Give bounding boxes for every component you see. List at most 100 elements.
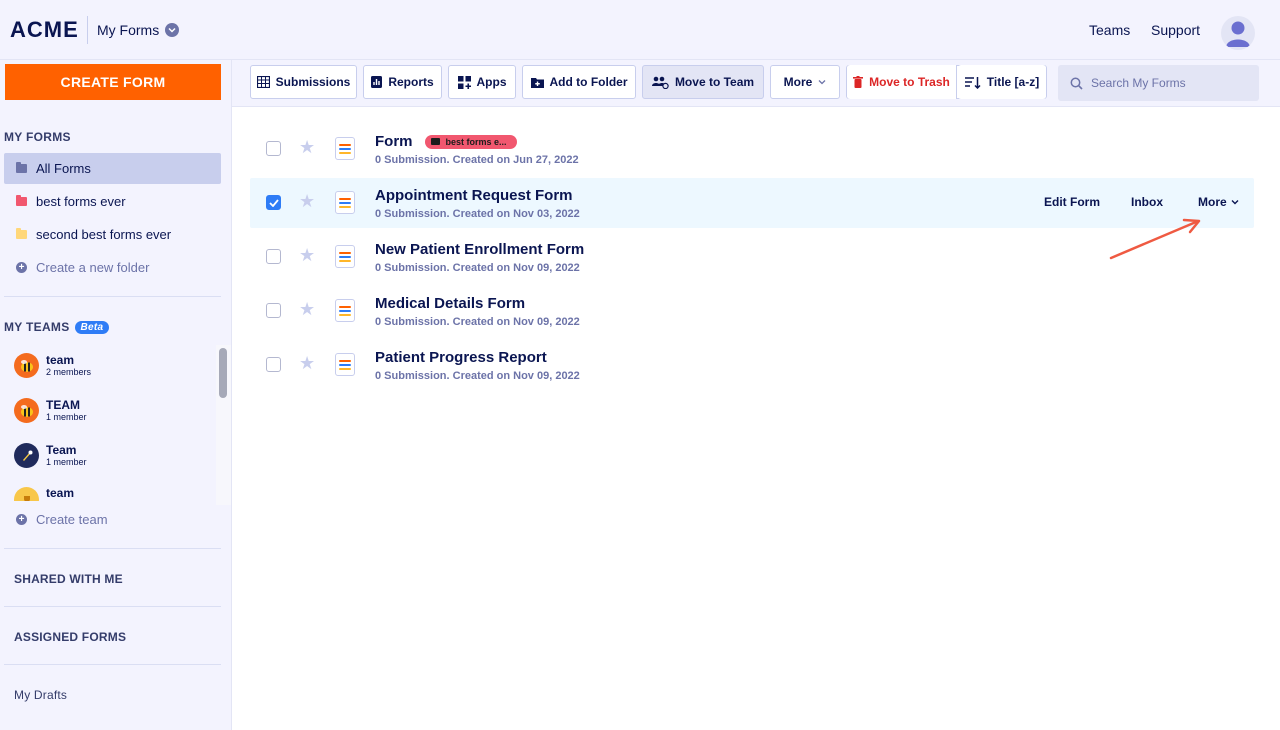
more-label: More (783, 75, 813, 89)
form-row[interactable]: ★ Form best forms e... 0 Submission. Cre… (250, 124, 1254, 174)
submissions-button[interactable]: Submissions (250, 65, 357, 99)
edit-form-button[interactable]: Edit Form (1044, 195, 1100, 209)
form-title-text: Medical Details Form (375, 295, 526, 312)
row-checkbox[interactable] (266, 141, 281, 156)
form-title[interactable]: New Patient Enrollment Form (375, 241, 584, 258)
team-item[interactable]: TEAM 1 member (14, 398, 87, 423)
form-meta: 0 Submission. Created on Nov 09, 2022 (375, 316, 580, 328)
move-to-trash-label: Move to Trash (869, 75, 950, 89)
beta-badge: Beta (74, 320, 110, 334)
sidebar-item-label: All Forms (36, 161, 91, 176)
add-to-folder-button[interactable]: Add to Folder (522, 65, 636, 99)
my-drafts-link[interactable]: My Drafts (14, 688, 67, 702)
team-members: 1 member (46, 457, 87, 467)
star-icon[interactable]: ★ (299, 137, 315, 158)
form-title[interactable]: Patient Progress Report (375, 349, 547, 366)
move-to-team-label: Move to Team (674, 75, 755, 89)
assigned-forms-link[interactable]: ASSIGNED FORMS (14, 630, 126, 644)
inbox-button[interactable]: Inbox (1131, 195, 1163, 209)
search-input[interactable] (1091, 76, 1251, 90)
form-meta: 0 Submission. Created on Nov 09, 2022 (375, 370, 580, 382)
form-title[interactable]: Medical Details Form (375, 295, 525, 312)
folder-plus-icon (530, 77, 544, 88)
toolbar: Submissions Reports Apps Add to Folder M… (232, 60, 1280, 107)
shared-with-me-link[interactable]: SHARED WITH ME (14, 572, 123, 586)
row-checkbox[interactable] (266, 249, 281, 264)
trophy-icon (14, 487, 39, 501)
star-icon[interactable]: ★ (299, 245, 315, 266)
team-name: team (46, 487, 75, 500)
form-title-text: New Patient Enrollment Form (375, 241, 585, 258)
sidebar-item-label: second best forms ever (36, 227, 172, 242)
trash-icon (853, 76, 864, 88)
sidebar-divider (4, 664, 221, 665)
check-icon (268, 198, 279, 207)
folder-icon (16, 195, 27, 206)
form-meta: 0 Submission. Created on Jun 27, 2022 (375, 154, 579, 166)
form-row[interactable]: ★ Patient Progress Report 0 Submission. … (250, 340, 1254, 390)
my-forms-switcher[interactable]: My Forms (97, 22, 180, 38)
sidebar-item-second-best-forms-ever[interactable]: second best forms ever (4, 219, 221, 250)
row-checkbox-checked[interactable] (266, 195, 281, 210)
star-icon[interactable]: ★ (299, 353, 315, 374)
move-to-team-button[interactable]: Move to Team (642, 65, 764, 99)
sort-dropdown[interactable]: Title [a-z] (958, 65, 1046, 99)
sidebar-divider (4, 296, 221, 297)
create-folder-link[interactable]: + Create a new folder (4, 252, 221, 283)
nav-teams[interactable]: Teams (1089, 22, 1130, 38)
team-item[interactable]: team (14, 487, 74, 501)
form-meta: 0 Submission. Created on Nov 09, 2022 (375, 262, 580, 274)
add-to-folder-label: Add to Folder (549, 75, 628, 89)
chevron-down-icon (1231, 200, 1239, 205)
form-row[interactable]: ★ New Patient Enrollment Form 0 Submissi… (250, 232, 1254, 282)
form-row-selected[interactable]: ★ Appointment Request Form 0 Submission.… (250, 178, 1254, 228)
sidebar: CREATE FORM MY FORMS All Forms best form… (0, 60, 232, 730)
more-actions-dropdown[interactable]: More (770, 65, 840, 99)
nav-support[interactable]: Support (1151, 22, 1200, 38)
user-icon (1226, 21, 1250, 47)
create-team-link[interactable]: + Create team (4, 504, 221, 535)
submissions-label: Submissions (275, 75, 351, 89)
search-box[interactable] (1058, 65, 1259, 101)
row-more-dropdown[interactable]: More (1198, 195, 1239, 209)
form-title-text: Patient Progress Report (375, 349, 547, 366)
apps-button[interactable]: Apps (448, 65, 516, 99)
sidebar-divider (4, 606, 221, 607)
team-item[interactable]: Team 1 member (14, 443, 87, 468)
team-name: Team (46, 443, 77, 457)
create-form-button[interactable]: CREATE FORM (5, 64, 221, 100)
star-icon[interactable]: ★ (299, 191, 315, 212)
create-folder-label: Create a new folder (36, 260, 150, 275)
move-to-trash-button[interactable]: Move to Trash (847, 65, 957, 99)
form-meta: 0 Submission. Created on Nov 03, 2022 (375, 208, 580, 220)
my-teams-heading: MY TEAMS Beta (4, 320, 110, 334)
team-item[interactable]: team 2 members (14, 353, 91, 378)
star-icon[interactable]: ★ (299, 299, 315, 320)
sidebar-divider (4, 548, 221, 549)
team-name: team (46, 353, 75, 367)
acme-logo[interactable]: ACME (10, 17, 79, 43)
folder-icon (16, 162, 27, 173)
teams-scrollbar-thumb[interactable] (219, 348, 227, 398)
reports-label: Reports (388, 75, 434, 89)
apps-label: Apps (476, 75, 507, 89)
folder-tag-label: best forms e... (445, 136, 507, 147)
form-icon (335, 245, 355, 268)
user-avatar[interactable] (1221, 16, 1255, 50)
form-title[interactable]: Appointment Request Form (375, 187, 573, 204)
form-row[interactable]: ★ Medical Details Form 0 Submission. Cre… (250, 286, 1254, 336)
form-icon (335, 137, 355, 160)
bee-icon (14, 353, 39, 378)
form-title[interactable]: Form best forms e... (375, 133, 517, 150)
table-icon (256, 76, 270, 88)
chevron-down-icon (818, 80, 826, 85)
row-checkbox[interactable] (266, 303, 281, 318)
team-members: 1 member (46, 412, 87, 422)
folder-tag[interactable]: best forms e... (424, 134, 517, 149)
row-checkbox[interactable] (266, 357, 281, 372)
reports-button[interactable]: Reports (363, 65, 442, 99)
sidebar-item-best-forms-ever[interactable]: best forms ever (4, 186, 221, 217)
form-icon (335, 353, 355, 376)
rocket-icon (14, 443, 39, 468)
sidebar-item-all-forms[interactable]: All Forms (4, 153, 221, 184)
